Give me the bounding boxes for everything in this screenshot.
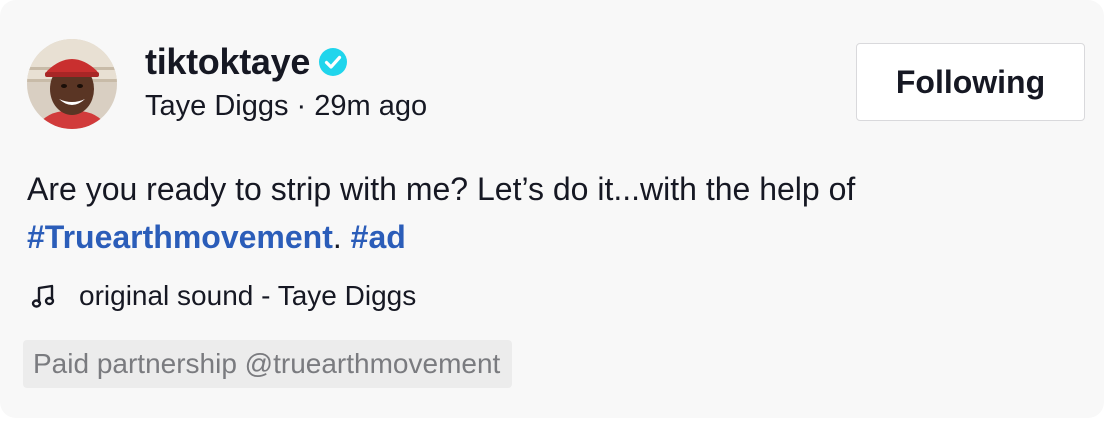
username[interactable]: tiktoktaye <box>145 41 310 83</box>
display-name: Taye Diggs <box>145 90 289 122</box>
username-row: tiktoktaye <box>145 38 348 86</box>
hashtag-ad[interactable]: #ad <box>351 219 406 255</box>
caption-text: Are you ready to strip with me? Let’s do… <box>27 171 856 207</box>
music-note-icon <box>31 283 57 309</box>
post-card: tiktoktaye Taye Diggs · 29m ago Followin… <box>0 0 1104 418</box>
caption: Are you ready to strip with me? Let’s do… <box>27 165 1067 261</box>
caption-separator: . <box>332 219 351 255</box>
post-meta: Taye Diggs · 29m ago <box>145 90 427 123</box>
sound-link[interactable]: original sound - Taye Diggs <box>31 280 416 312</box>
avatar[interactable] <box>27 39 117 129</box>
sound-label: original sound - Taye Diggs <box>79 280 417 311</box>
time-ago: 29m ago <box>314 90 428 122</box>
paid-partnership-label: Paid partnership @truearthmovement <box>33 348 501 379</box>
hashtag-truearthmovement[interactable]: #Truearthmovement <box>27 219 333 255</box>
paid-partnership-badge[interactable]: Paid partnership @truearthmovement <box>23 340 513 388</box>
verified-badge-icon <box>318 47 348 77</box>
meta-separator: · <box>296 90 307 122</box>
following-button[interactable]: Following <box>856 43 1085 121</box>
